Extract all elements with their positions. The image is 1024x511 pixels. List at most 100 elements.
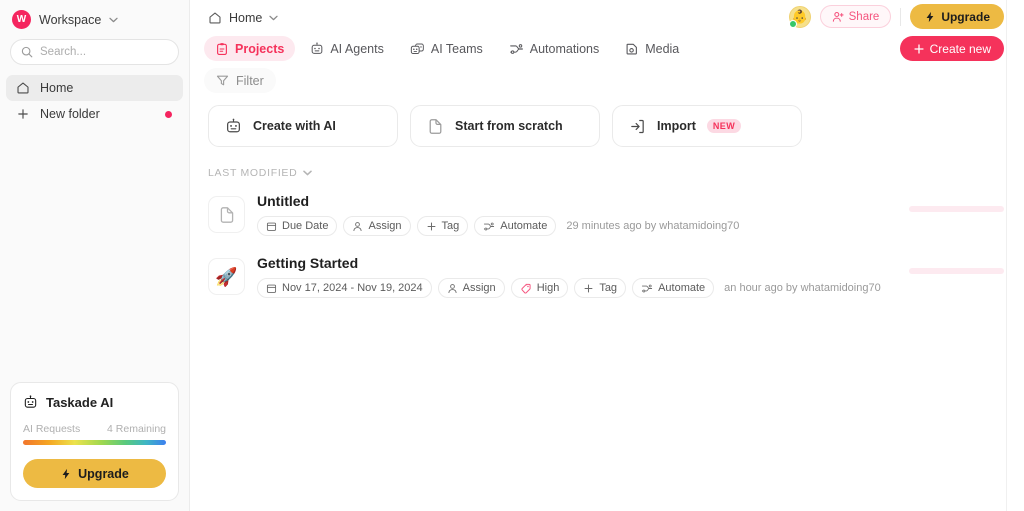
chip-priority-high[interactable]: High [510, 278, 569, 298]
share-label: Share [848, 10, 880, 23]
chip-tag-label: Tag [441, 220, 460, 232]
chip-assign[interactable]: Assign [437, 278, 505, 298]
tab-projects-label: Projects [235, 41, 285, 56]
upgrade-button[interactable]: Upgrade [910, 4, 1004, 29]
import-card[interactable]: Import NEW [612, 105, 802, 147]
upgrade-label: Upgrade [941, 9, 990, 24]
create-with-ai-label: Create with AI [253, 119, 336, 133]
sort-row: LAST MODIFIED [190, 147, 1024, 181]
project-chips: Nov 17, 2024 - Nov 19, 2024 Assign High … [257, 278, 881, 298]
search-icon [21, 46, 33, 58]
project-title: Untitled [257, 193, 310, 209]
page-icon [427, 118, 444, 135]
tab-media[interactable]: Media [614, 36, 690, 61]
taskade-ai-header: Taskade AI [23, 395, 166, 410]
avatar[interactable]: 👶 [788, 5, 811, 28]
chip-automate-label: Automate [500, 220, 548, 232]
calendar-icon [266, 221, 277, 232]
taskade-ai-card: Taskade AI AI Requests 4 Remaining Upgra… [10, 382, 179, 501]
project-icon [208, 196, 245, 233]
tab-projects[interactable]: Projects [204, 36, 296, 61]
workspace-avatar: W [12, 10, 31, 29]
create-new-button[interactable]: Create new [899, 36, 1004, 61]
home-icon [16, 81, 30, 95]
bolt-icon [924, 11, 936, 23]
plus-icon [426, 221, 437, 232]
row-placeholder-bar [909, 268, 1004, 274]
project-meta: 29 minutes ago by whatamidoing70 [566, 220, 740, 232]
workspace-name: Workspace [39, 12, 102, 27]
table-row[interactable]: Untitled Due Date Assign Tag Automate 29… [208, 191, 1024, 253]
sidebar-upgrade-button[interactable]: Upgrade [23, 459, 166, 488]
ai-requests-progress-bar [23, 440, 166, 445]
filter-row: Filter [190, 61, 1024, 93]
bolt-icon [60, 468, 72, 480]
chip-tag[interactable]: Tag [416, 216, 469, 236]
automation-icon [509, 42, 524, 56]
header-divider [900, 7, 902, 26]
ai-requests-remaining: 4 Remaining [107, 423, 166, 435]
project-chips: Due Date Assign Tag Automate 29 minutes … [257, 216, 739, 236]
chevron-down-icon [109, 17, 118, 23]
quick-actions: Create with AI Start from scratch Import… [190, 93, 1024, 147]
person-add-icon [832, 11, 844, 23]
chip-date-range-label: Nov 17, 2024 - Nov 19, 2024 [282, 282, 423, 294]
automation-icon [641, 283, 653, 294]
ai-requests-label: AI Requests [23, 423, 81, 435]
import-new-badge: NEW [706, 119, 742, 133]
ai-requests-meta: AI Requests 4 Remaining [23, 423, 166, 435]
sort-by-last-modified[interactable]: LAST MODIFIED [208, 167, 313, 179]
media-icon [625, 42, 639, 56]
chevron-down-icon [303, 170, 313, 176]
chip-date-range[interactable]: Nov 17, 2024 - Nov 19, 2024 [257, 278, 432, 298]
row-body: Untitled Due Date Assign Tag Automate 29… [257, 191, 739, 236]
person-icon [447, 283, 458, 294]
new-folder-badge-dot [165, 110, 172, 118]
taskade-ai-title: Taskade AI [46, 395, 114, 410]
share-button[interactable]: Share [819, 5, 892, 28]
chip-tag[interactable]: Tag [574, 278, 627, 298]
chip-due-date[interactable]: Due Date [257, 216, 338, 236]
tab-ai-teams[interactable]: AI Teams [399, 36, 494, 61]
create-with-ai-card[interactable]: Create with AI [208, 105, 398, 147]
workspace-switcher[interactable]: W Workspace [0, 0, 189, 30]
chip-priority-high-label: High [536, 282, 560, 294]
plus-icon [913, 43, 925, 55]
clipboard-icon [215, 42, 229, 56]
import-label: Import [657, 119, 696, 133]
funnel-icon [216, 74, 229, 87]
project-icon: 🚀 [208, 258, 245, 295]
filter-label: Filter [236, 73, 264, 88]
start-from-scratch-label: Start from scratch [455, 119, 563, 133]
sidebar-item-new-folder-label: New folder [40, 107, 100, 121]
chip-automate-label: Automate [658, 282, 706, 294]
tab-media-label: Media [645, 41, 680, 56]
sidebar-nav: Home New folder [0, 75, 189, 127]
robot-icon [310, 41, 324, 56]
sidebar: W Workspace Home New fol [0, 0, 190, 511]
breadcrumb-label: Home [229, 10, 263, 25]
home-icon [208, 11, 222, 25]
tab-ai-teams-label: AI Teams [430, 41, 483, 56]
table-row[interactable]: 🚀 Getting Started Nov 17, 2024 - Nov 19,… [208, 253, 1024, 315]
start-from-scratch-card[interactable]: Start from scratch [410, 105, 600, 147]
search-box[interactable] [10, 39, 179, 65]
sidebar-upgrade-label: Upgrade [78, 466, 129, 481]
chip-automate[interactable]: Automate [632, 278, 715, 298]
filter-button[interactable]: Filter [204, 68, 276, 93]
sidebar-item-new-folder[interactable]: New folder [6, 101, 183, 127]
sidebar-item-home-label: Home [40, 81, 74, 95]
project-title: Getting Started [257, 255, 359, 271]
sidebar-item-home[interactable]: Home [6, 75, 183, 101]
tab-ai-agents[interactable]: AI Agents [299, 36, 395, 61]
tab-automations[interactable]: Automations [498, 36, 610, 61]
search-input[interactable] [40, 46, 168, 58]
sort-label-text: LAST MODIFIED [208, 167, 298, 179]
chevron-down-icon[interactable] [269, 15, 278, 21]
chip-assign[interactable]: Assign [343, 216, 411, 236]
tab-automations-label: Automations [529, 41, 600, 56]
header-actions: 👶 Share Upgrade [788, 4, 1004, 29]
plus-icon [16, 107, 30, 121]
chip-automate[interactable]: Automate [474, 216, 557, 236]
project-list: Untitled Due Date Assign Tag Automate 29… [190, 181, 1024, 315]
